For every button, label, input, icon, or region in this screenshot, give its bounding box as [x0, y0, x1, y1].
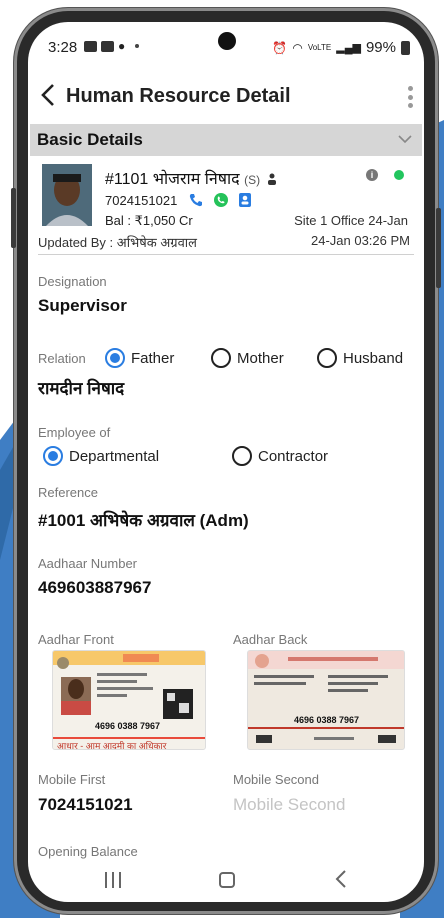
news-icon	[101, 40, 114, 52]
mobile-first-label: Mobile First	[38, 772, 106, 787]
more-notifications-icon	[135, 44, 140, 48]
mobile-second-label: Mobile Second	[233, 772, 319, 787]
updated-by: Updated By : अभिषेक अग्रवाल	[38, 235, 197, 250]
alarm-icon: ⏰	[272, 40, 288, 55]
radio-unselected-icon	[211, 348, 231, 368]
opening-balance-label: Opening Balance	[38, 844, 138, 859]
relation-radio-husband[interactable]: Husband	[317, 348, 403, 368]
updated-at: 24-Jan 03:26 PM	[310, 233, 410, 248]
aadhar-front-image[interactable]: 4696 0388 7967 आधार - आम आदमी का अधिकार	[52, 650, 206, 750]
aadhaar-number-value: 469603887967	[38, 578, 152, 597]
relation-value: रामदीन निषाद	[38, 379, 125, 398]
radio-selected-icon	[105, 348, 125, 368]
employee-name: #1101 भोजराम निषाद	[105, 171, 240, 188]
phone-icon[interactable]	[188, 192, 204, 208]
aadhar-front-number: 4696 0388 7967	[95, 721, 161, 731]
chat-icon: ●	[118, 39, 126, 53]
employee-of-radio-contractor[interactable]: Contractor	[232, 446, 328, 466]
relation-label: Relation	[38, 351, 86, 366]
recents-icon[interactable]	[105, 872, 121, 888]
radio-selected-icon	[43, 446, 63, 466]
page-title: Human Resource Detail	[66, 85, 291, 107]
employee-balance: Bal : ₹1,050 Cr	[105, 213, 193, 228]
designation-value: Supervisor	[38, 296, 127, 315]
app-bar: Human Resource Detail	[28, 72, 424, 120]
employee-photo[interactable]	[42, 164, 92, 226]
mobile-second-placeholder: Mobile Second	[233, 795, 346, 814]
basic-details-header[interactable]: Basic Details	[30, 124, 422, 156]
home-icon[interactable]	[219, 872, 235, 888]
radio-unselected-icon	[317, 348, 337, 368]
employee-of-label: Employee of	[38, 425, 111, 440]
battery-icon	[401, 40, 410, 55]
radio-label: Mother	[237, 349, 284, 367]
aadhar-front-card	[53, 651, 205, 739]
person-icon	[267, 173, 276, 185]
aadhar-front-label: Aadhar Front	[38, 632, 114, 647]
employee-site: Site 1 Office 24-Jan	[294, 213, 408, 228]
status-bar: 3:28 ● ⏰ ◠ VoLTE ▂▄▆ 99%	[28, 22, 424, 72]
back-arrow-icon[interactable]	[38, 82, 60, 108]
employee-tag: (S)	[244, 173, 261, 187]
radio-label: Departmental	[69, 447, 160, 465]
whatsapp-icon[interactable]	[213, 192, 229, 208]
relation-radio-mother[interactable]: Mother	[211, 348, 284, 368]
divider	[38, 254, 414, 255]
power-button	[436, 208, 441, 288]
signal-icon: ▂▄▆	[336, 42, 361, 54]
radio-label: Father	[131, 349, 175, 367]
aadhaar-number-label: Aadhaar Number	[38, 556, 137, 571]
reference-label: Reference	[38, 485, 98, 500]
aadhar-back-card	[248, 651, 404, 743]
info-icon[interactable]: i	[366, 169, 378, 181]
mobile-first-value: 7024151021	[38, 795, 133, 814]
status-dot	[394, 170, 404, 180]
contact-card-icon[interactable]	[237, 192, 253, 208]
more-options-icon[interactable]	[408, 86, 414, 108]
app-screen: 3:28 ● ⏰ ◠ VoLTE ▂▄▆ 99% Human Resource …	[28, 22, 424, 902]
system-icons: ⏰ ◠ VoLTE ▂▄▆ 99%	[272, 39, 410, 56]
aadhar-back-number: 4696 0388 7967	[294, 715, 360, 725]
radio-unselected-icon	[232, 446, 252, 466]
lte-icon: VoLTE	[307, 42, 332, 52]
radio-label: Contractor	[258, 447, 329, 465]
volume-button	[11, 188, 16, 248]
notification-icons: ●	[84, 39, 140, 53]
front-camera	[218, 32, 236, 50]
chevron-down-icon	[398, 135, 412, 144]
wifi-icon: ◠	[292, 40, 303, 55]
status-time: 3:28	[48, 39, 78, 56]
nav-back-icon[interactable]	[334, 869, 348, 895]
relation-radio-father[interactable]: Father	[105, 348, 174, 368]
aadhar-back-label: Aadhar Back	[233, 632, 308, 647]
designation-label: Designation	[38, 274, 107, 289]
reference-value: #1001 अभिषेक अग्रवाल (Adm)	[38, 511, 249, 530]
employee-name-row: #1101 भोजराम निषाद (S)	[105, 167, 277, 189]
section-title: Basic Details	[37, 130, 143, 149]
system-nav-bar	[28, 864, 424, 902]
gallery-icon	[84, 40, 97, 52]
aadhar-back-image[interactable]: 4696 0388 7967	[247, 650, 405, 750]
radio-label: Husband	[343, 349, 404, 367]
aadhar-front-footer: आधार - आम आदमी का अधिकार	[57, 741, 167, 750]
employee-of-radio-departmental[interactable]: Departmental	[43, 446, 159, 466]
battery-level: 99%	[365, 39, 396, 56]
employee-phone: 7024151021	[105, 193, 178, 208]
